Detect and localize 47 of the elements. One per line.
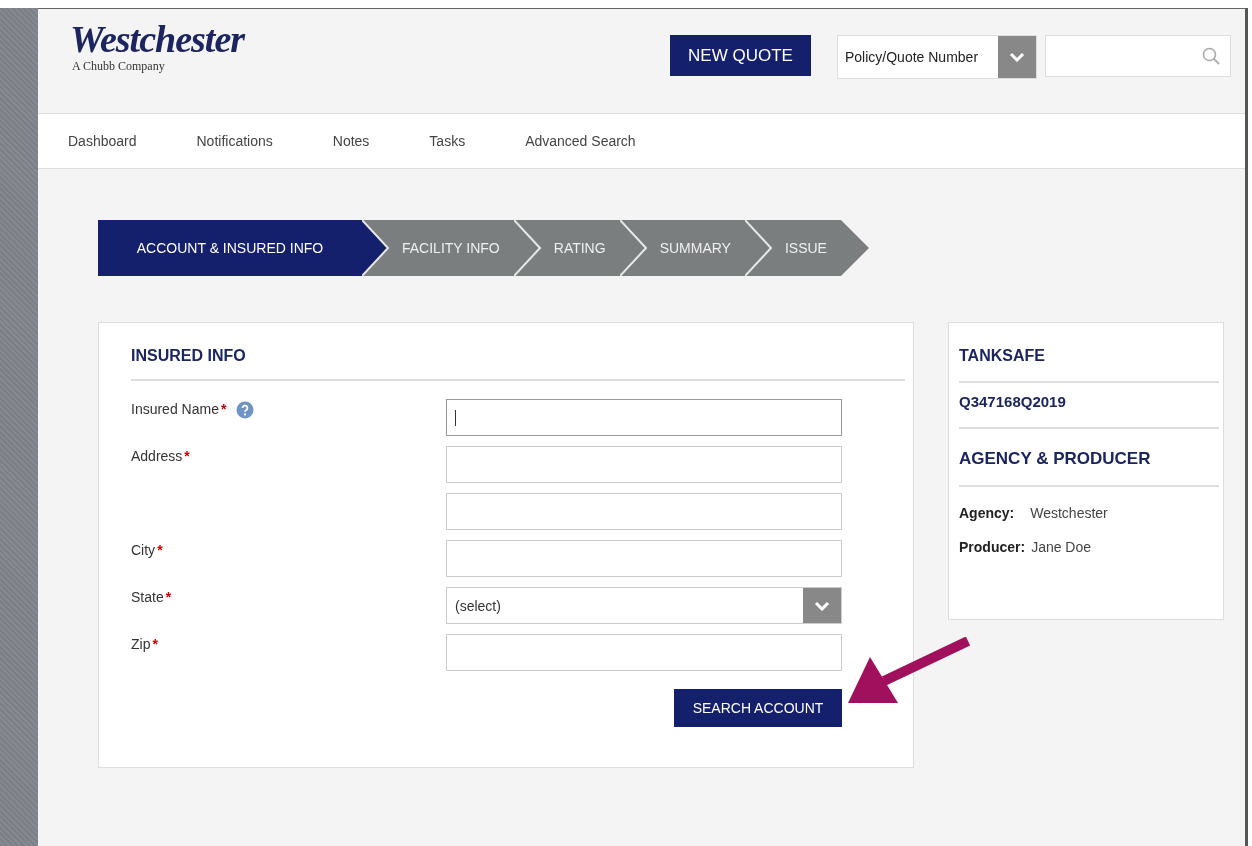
required-mark: * — [220, 401, 227, 417]
required-mark: * — [165, 589, 172, 605]
chevron-divider-icon — [619, 220, 648, 276]
step-tab[interactable]: RATING — [513, 220, 620, 276]
product-name: TANKSAFE — [959, 347, 1045, 364]
text-field[interactable] — [446, 399, 842, 436]
search-type-dropdown[interactable]: Policy/Quote Number — [837, 35, 1037, 79]
search-field[interactable] — [1045, 35, 1231, 77]
chevron-divider-icon — [513, 220, 542, 276]
field-label: Zip — [131, 636, 151, 652]
step-tab[interactable]: ISSUE — [744, 220, 869, 276]
field-label: City — [131, 542, 156, 558]
chevron-down-icon — [814, 600, 830, 611]
new-quote-button[interactable]: NEW QUOTE — [670, 35, 811, 76]
field-label: Insured Name — [131, 401, 219, 417]
required-mark: * — [184, 448, 190, 464]
text-field[interactable] — [446, 540, 842, 577]
section-title: INSURED INFO — [131, 347, 905, 381]
state-dropdown[interactable]: (select) — [446, 587, 842, 624]
detail-label: Producer: — [959, 539, 1026, 555]
step-tab[interactable]: SUMMARY — [619, 220, 745, 276]
nav-link[interactable]: Dashboard — [68, 133, 137, 149]
logo-tagline: A Chubb Company — [72, 59, 166, 74]
detail-value: Westchester — [1030, 505, 1108, 521]
field-label: Address — [131, 448, 183, 464]
section-title: AGENCY & PRODUCER — [959, 449, 1151, 468]
detail-value: Jane Doe — [1031, 539, 1092, 555]
quote-number: Q347168Q2019 — [959, 393, 1066, 410]
required-mark: * — [157, 542, 163, 558]
text-field[interactable] — [446, 446, 842, 483]
logo-wordmark[interactable]: Westchester — [70, 19, 245, 59]
chevron-down-icon — [1009, 52, 1025, 62]
search-account-button[interactable]: SEARCH ACCOUNT — [674, 689, 842, 727]
step-tab[interactable]: FACILITY INFO — [362, 220, 514, 276]
chevron-divider-icon — [744, 220, 773, 276]
nav-link[interactable]: Advanced Search — [525, 133, 636, 149]
field-label: State — [131, 589, 164, 605]
text-field[interactable] — [446, 493, 842, 530]
search-icon — [1202, 47, 1220, 65]
nav-link[interactable]: Notes — [332, 133, 370, 149]
nav-link[interactable]: Tasks — [429, 133, 466, 149]
nav-link[interactable]: Notifications — [196, 133, 273, 149]
text-field[interactable] — [446, 634, 842, 671]
chevron-divider-icon — [362, 220, 390, 276]
detail-label: Agency: — [959, 505, 1015, 521]
required-mark: * — [152, 636, 158, 652]
help-icon[interactable] — [236, 401, 255, 419]
